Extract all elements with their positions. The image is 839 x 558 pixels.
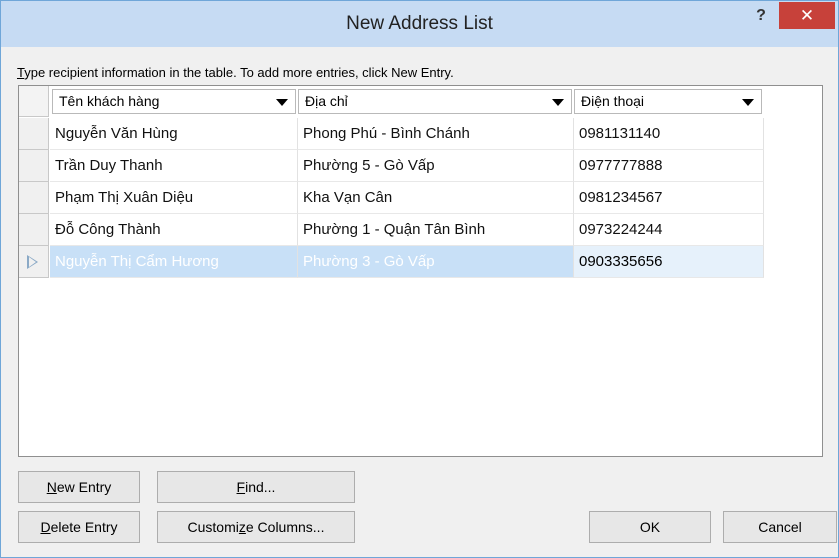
- dropdown-arrow-icon[interactable]: [742, 99, 754, 106]
- title-bar: New Address List ? ✕: [1, 1, 838, 47]
- cell-address[interactable]: Phường 1 - Quận Tân Bình: [298, 214, 574, 246]
- instruction-rest: ype recipient information in the table. …: [24, 65, 454, 80]
- row-selector[interactable]: [19, 214, 49, 246]
- cell-address[interactable]: Phong Phú - Bình Chánh: [298, 118, 574, 150]
- cell-phone[interactable]: 0981131140: [574, 118, 764, 150]
- row-selector[interactable]: [19, 182, 49, 214]
- instruction-text: Type recipient information in the table.…: [17, 65, 454, 80]
- button-label: ew Entry: [56, 479, 112, 495]
- window-title: New Address List: [346, 13, 493, 34]
- find-button[interactable]: Find...: [157, 471, 355, 503]
- mnemonic: z: [238, 519, 246, 535]
- mnemonic: D: [40, 519, 51, 535]
- cell-phone[interactable]: 0973224244: [574, 214, 764, 246]
- cell-name[interactable]: Nguyễn Thị Cẩm Hương: [50, 246, 298, 278]
- current-row-arrow-icon: [27, 255, 38, 269]
- table-row[interactable]: Đỗ Công Thành Phường 1 - Quận Tân Bình 0…: [19, 214, 822, 246]
- row-selector[interactable]: [19, 118, 49, 150]
- mnemonic: F: [236, 479, 246, 495]
- mnemonic: N: [46, 479, 57, 495]
- cell-address[interactable]: Phường 3 - Gò Vấp: [298, 246, 574, 278]
- cell-address[interactable]: Kha Vạn Cân: [298, 182, 574, 214]
- cell-address[interactable]: Phường 5 - Gò Vấp: [298, 150, 574, 182]
- column-header-name[interactable]: Tên khách hàng: [52, 89, 296, 114]
- new-entry-button[interactable]: New Entry: [18, 471, 140, 503]
- column-header-label: Điện thoại: [581, 93, 645, 109]
- table-row-selected[interactable]: Nguyễn Thị Cẩm Hương Phường 3 - Gò Vấp 0…: [19, 246, 822, 278]
- column-header-phone[interactable]: Điện thoại: [574, 89, 762, 114]
- close-button[interactable]: ✕: [779, 2, 835, 29]
- cell-phone[interactable]: 0903335656: [574, 246, 764, 278]
- column-header-label: Tên khách hàng: [59, 93, 160, 109]
- button-label-pre: Customi: [187, 519, 239, 535]
- column-header-label: Địa chỉ: [305, 93, 348, 109]
- cell-name[interactable]: Phạm Thị Xuân Diệu: [50, 182, 298, 214]
- new-address-list-dialog: New Address List ? ✕ Type recipient info…: [0, 0, 839, 558]
- ok-button[interactable]: OK: [589, 511, 711, 543]
- row-selector[interactable]: [19, 246, 49, 278]
- button-label: ind...: [245, 479, 276, 495]
- dropdown-arrow-icon[interactable]: [552, 99, 564, 106]
- table-row[interactable]: Nguyễn Văn Hùng Phong Phú - Bình Chánh 0…: [19, 118, 822, 150]
- table-row[interactable]: Phạm Thị Xuân Diệu Kha Vạn Cân 098123456…: [19, 182, 822, 214]
- table-row[interactable]: Trần Duy Thanh Phường 5 - Gò Vấp 0977777…: [19, 150, 822, 182]
- select-all-cell[interactable]: [19, 86, 49, 117]
- button-label-post: e Columns...: [245, 519, 325, 535]
- cell-name[interactable]: Trần Duy Thanh: [50, 150, 298, 182]
- customize-columns-button[interactable]: Customize Columns...: [157, 511, 355, 543]
- address-table[interactable]: Tên khách hàng Địa chỉ Điện thoại Nguyễn…: [18, 85, 823, 457]
- help-button[interactable]: ?: [749, 5, 773, 27]
- cell-name[interactable]: Nguyễn Văn Hùng: [50, 118, 298, 150]
- button-label: elete Entry: [50, 519, 118, 535]
- row-selector[interactable]: [19, 150, 49, 182]
- dropdown-arrow-icon[interactable]: [276, 99, 288, 106]
- delete-entry-button[interactable]: Delete Entry: [18, 511, 140, 543]
- table-header: Tên khách hàng Địa chỉ Điện thoại: [19, 86, 822, 117]
- cell-name[interactable]: Đỗ Công Thành: [50, 214, 298, 246]
- column-header-address[interactable]: Địa chỉ: [298, 89, 572, 114]
- cancel-button[interactable]: Cancel: [723, 511, 837, 543]
- cell-phone[interactable]: 0981234567: [574, 182, 764, 214]
- cell-phone[interactable]: 0977777888: [574, 150, 764, 182]
